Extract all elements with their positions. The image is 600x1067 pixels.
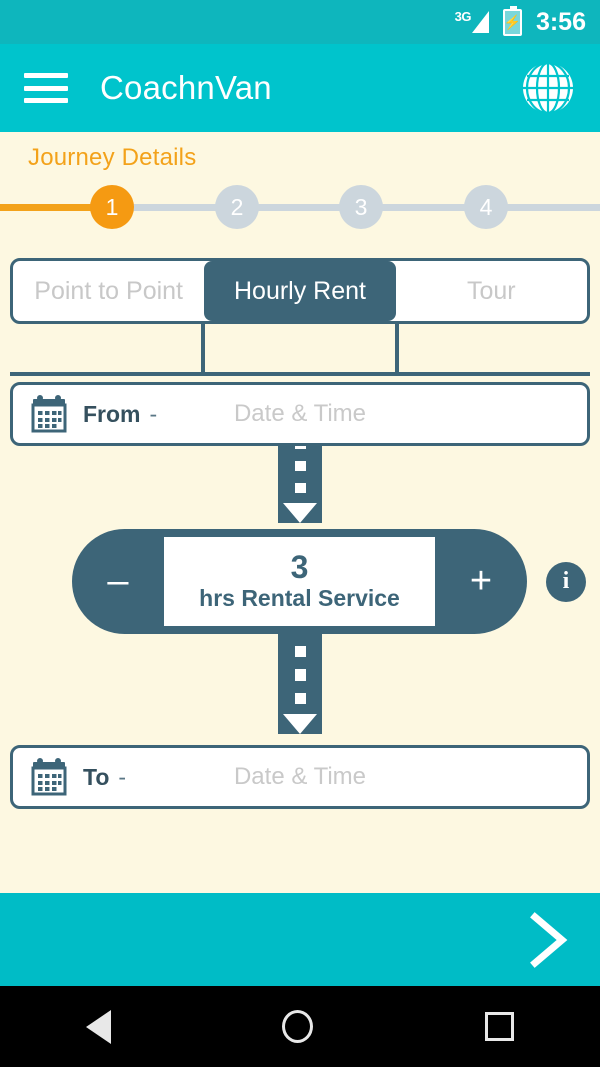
globe-icon[interactable] — [520, 60, 576, 116]
tab-connector-rails — [10, 321, 590, 376]
calendar-icon — [31, 395, 67, 433]
tab-point-to-point-label: Point to Point — [34, 276, 184, 305]
next-step-button[interactable] — [0, 893, 600, 986]
stepper-step-2[interactable]: 2 — [215, 185, 259, 229]
stepper-step-1[interactable]: 1 — [90, 185, 134, 229]
hours-value: 3 — [290, 549, 309, 586]
stepper-step-1-label: 1 — [105, 193, 119, 220]
from-field[interactable]: From - Date & Time — [10, 382, 590, 446]
tab-rail-bottom — [10, 372, 590, 376]
main-content: Journey Details 1 2 3 4 Point to Point H… — [0, 132, 600, 893]
rental-hours-control: – 3 hrs Rental Service + i — [0, 529, 600, 634]
signal-bars-icon — [471, 11, 489, 33]
stepper-step-4[interactable]: 4 — [464, 185, 508, 229]
connector-dot — [294, 646, 306, 658]
connector-hours-to-to — [278, 634, 322, 734]
stepper-step-3[interactable]: 3 — [339, 185, 383, 229]
progress-stepper: 1 2 3 4 — [0, 178, 600, 234]
to-field-separator: - — [118, 763, 127, 790]
decrement-hours-label: – — [107, 560, 129, 602]
clock-label: 3:56 — [535, 7, 586, 36]
connector-dot — [294, 669, 306, 681]
status-bar: 3G ⚡ 3:56 — [0, 0, 600, 44]
network-type-label: 3G — [454, 8, 472, 24]
tab-rail-left — [201, 321, 205, 373]
stepper-step-3-label: 3 — [354, 193, 368, 220]
chevron-right-icon — [530, 911, 568, 968]
to-field[interactable]: To - Date & Time — [10, 745, 590, 809]
trip-type-tabs: Point to Point Hourly Rent Tour — [10, 258, 590, 324]
hamburger-menu-icon[interactable] — [24, 73, 68, 103]
from-field-label: From — [83, 400, 141, 427]
info-icon-label: i — [562, 568, 570, 594]
rental-hours-pill: – 3 hrs Rental Service + — [72, 529, 527, 634]
increment-hours-label: + — [469, 560, 493, 602]
trip-type-tabs-wrapper: Point to Point Hourly Rent Tour — [10, 258, 590, 376]
triangle-back-icon[interactable] — [85, 1009, 111, 1044]
connector-dot — [294, 461, 306, 471]
stepper-step-2-label: 2 — [230, 193, 244, 220]
arrow-down-icon — [283, 503, 317, 523]
decrement-hours-button[interactable]: – — [72, 529, 164, 634]
app-title: CoachnVan — [100, 69, 272, 106]
stepper-step-4-label: 4 — [479, 193, 493, 220]
circle-home-icon[interactable] — [282, 1010, 314, 1043]
info-icon[interactable]: i — [546, 561, 586, 602]
increment-hours-button[interactable]: + — [435, 529, 527, 634]
connector-dot — [294, 692, 306, 704]
connector-dot — [294, 483, 306, 493]
app-screen: 3G ⚡ 3:56 CoachnVan Journey Details 1 2 — [0, 0, 600, 1067]
tab-hourly-rent-label: Hourly Rent — [233, 276, 366, 305]
tab-point-to-point[interactable]: Point to Point — [13, 261, 204, 321]
arrow-down-icon — [283, 713, 317, 734]
tab-tour-label: Tour — [467, 276, 516, 305]
tab-hourly-rent[interactable]: Hourly Rent — [204, 261, 396, 321]
to-field-label: To — [83, 763, 110, 790]
calendar-icon — [31, 758, 67, 796]
android-navigation-bar — [0, 986, 600, 1067]
hours-value-box[interactable]: 3 hrs Rental Service — [164, 537, 435, 626]
app-bar: CoachnVan — [0, 44, 600, 132]
square-recents-icon[interactable] — [485, 1012, 515, 1041]
tab-tour[interactable]: Tour — [396, 261, 587, 321]
tab-rail-right — [395, 321, 399, 373]
hours-unit-label: hrs Rental Service — [199, 584, 400, 611]
page-title: Journey Details — [28, 144, 197, 171]
battery-charging-icon: ⚡ — [502, 5, 522, 36]
from-field-separator: - — [149, 400, 158, 427]
